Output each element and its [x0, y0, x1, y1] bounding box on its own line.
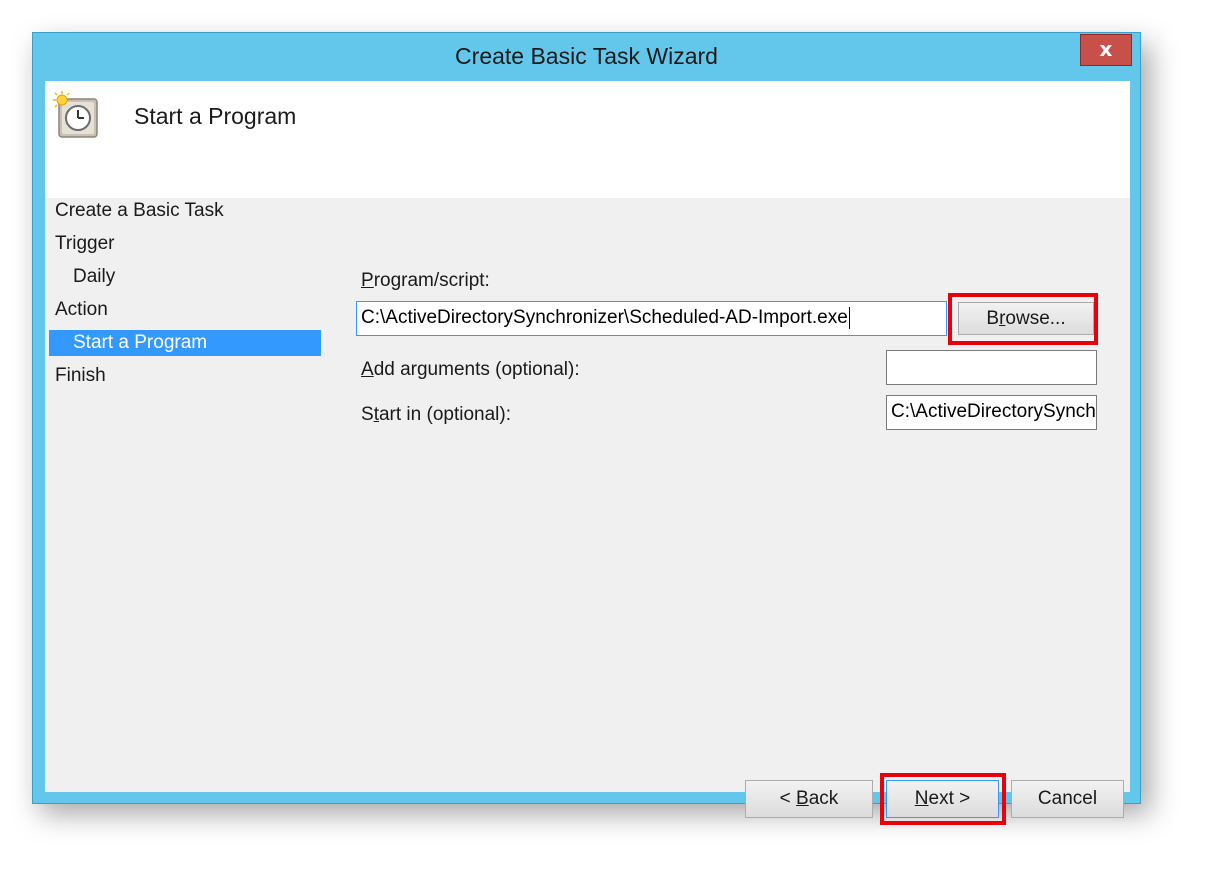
text-caret — [848, 306, 850, 329]
wizard-window: Create Basic Task Wizard x Start a Progr… — [32, 32, 1141, 825]
title-bar[interactable]: Create Basic Task Wizard x — [33, 33, 1140, 81]
step-finish[interactable]: Finish — [55, 363, 106, 389]
add-arguments-input[interactable] — [886, 350, 1097, 385]
window-title: Create Basic Task Wizard — [455, 43, 718, 69]
start-in-input[interactable]: C:\ActiveDirectorySynch — [886, 395, 1097, 430]
step-trigger[interactable]: Trigger — [55, 231, 114, 257]
cancel-button[interactable]: Cancel — [1011, 780, 1124, 818]
wizard-header: Start a Program — [45, 81, 1130, 198]
browse-highlight-box — [948, 293, 1098, 345]
program-script-input[interactable]: C:\ActiveDirectorySynchronizer\Scheduled… — [356, 301, 947, 336]
step-create-basic-task[interactable]: Create a Basic Task — [55, 198, 224, 224]
start-in-label: Start in (optional): — [361, 404, 511, 425]
program-script-label: Program/script: — [361, 270, 490, 291]
next-highlight-box — [880, 773, 1006, 825]
back-button[interactable]: < Back — [745, 780, 873, 818]
close-icon: x — [1099, 37, 1113, 61]
step-action[interactable]: Action — [55, 297, 108, 323]
page-title: Start a Program — [134, 103, 297, 129]
step-daily[interactable]: Daily — [73, 264, 115, 290]
scheduled-task-clock-icon — [53, 91, 98, 138]
step-start-a-program[interactable]: Start a Program — [49, 330, 321, 356]
close-button[interactable]: x — [1080, 34, 1132, 66]
add-arguments-label: Add arguments (optional): — [361, 359, 580, 380]
wizard-client-area: Start a Program Create a Basic Task Trig… — [45, 81, 1130, 825]
